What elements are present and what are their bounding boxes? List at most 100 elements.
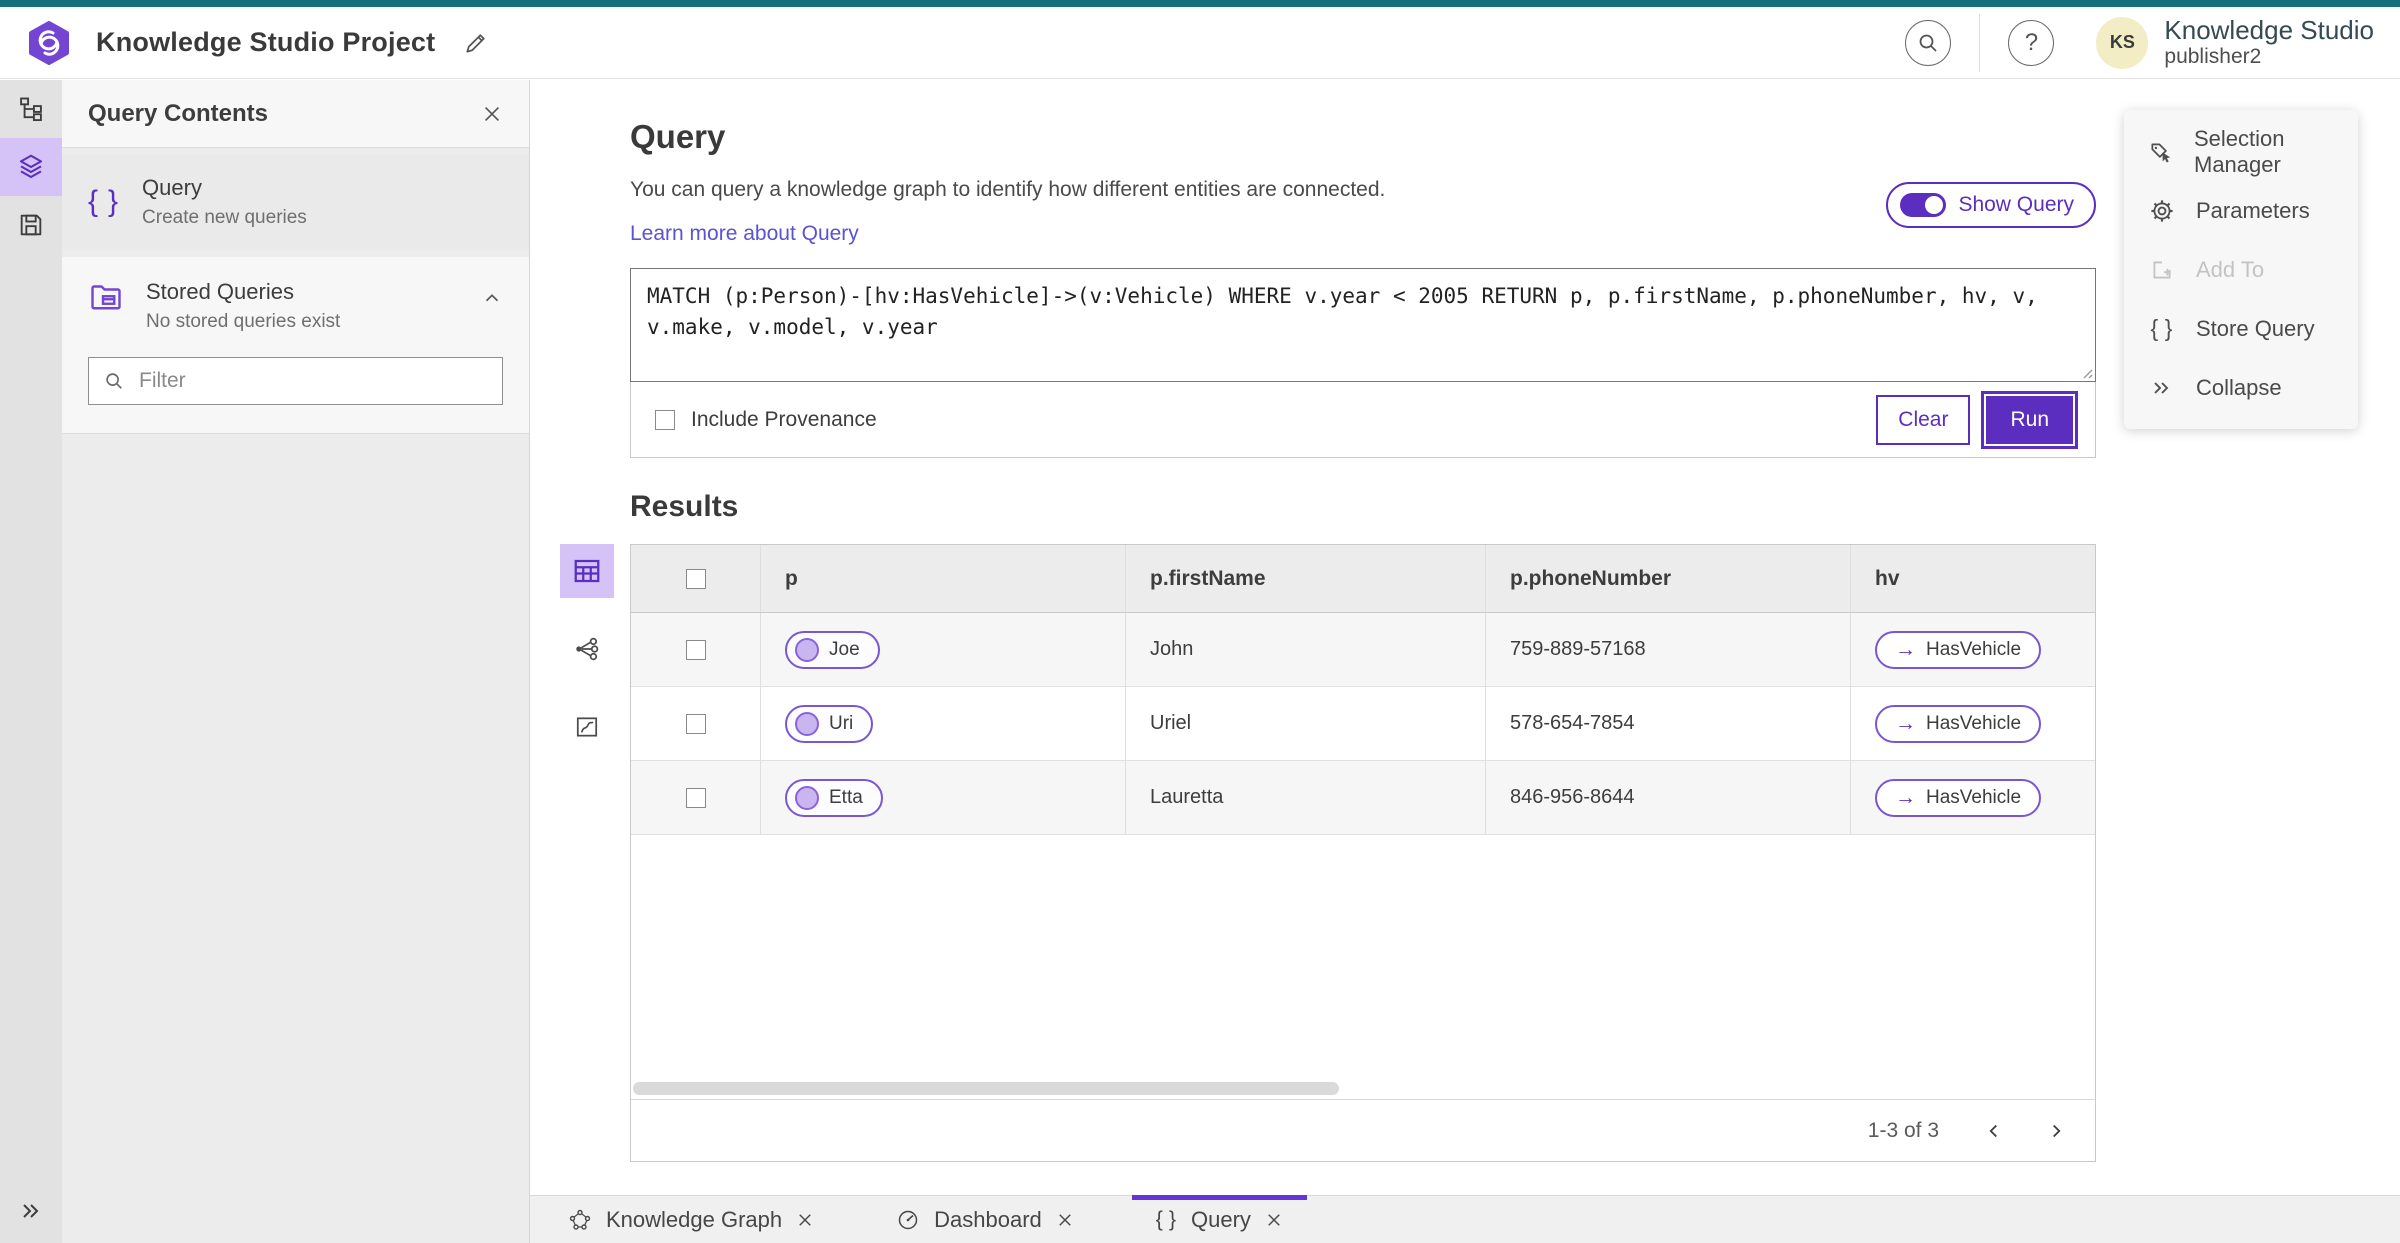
rail-item-query-contents[interactable] bbox=[0, 138, 62, 196]
toggle-switch[interactable] bbox=[1900, 193, 1947, 217]
network-view-icon bbox=[576, 637, 599, 661]
pagination-bar: 1-3 of 3 bbox=[631, 1099, 2095, 1161]
add-to-label: Add To bbox=[2196, 256, 2265, 282]
selection-manager-label: Selection Manager bbox=[2194, 125, 2285, 177]
header-divider bbox=[1979, 13, 1981, 72]
app-logo-icon bbox=[29, 20, 69, 65]
previous-page-icon[interactable] bbox=[1983, 1120, 2005, 1142]
stored-queries-filter[interactable] bbox=[88, 357, 503, 405]
layers-icon bbox=[19, 154, 43, 179]
column-header-hv[interactable]: hv bbox=[1851, 545, 2095, 612]
column-header-p[interactable]: p bbox=[761, 545, 1126, 612]
rail-expand-button[interactable] bbox=[0, 1189, 62, 1233]
row-checkbox[interactable] bbox=[685, 713, 706, 734]
edge-badge[interactable]: → HasVehicle bbox=[1875, 630, 2042, 669]
node-icon bbox=[795, 785, 819, 810]
tab-query[interactable]: { } Query bbox=[1131, 1195, 1308, 1243]
cell-phonenumber: 759-889-57168 bbox=[1486, 613, 1851, 686]
edge-badge[interactable]: → HasVehicle bbox=[1875, 704, 2042, 743]
view-chart-button[interactable] bbox=[560, 700, 614, 754]
header-actions: ? KS Knowledge Studio publisher2 bbox=[1905, 13, 2374, 72]
query-contents-panel: Query Contents { } Query Create new quer… bbox=[62, 80, 530, 1243]
collapse-button[interactable]: Collapse bbox=[2124, 358, 2358, 417]
column-header-firstname[interactable]: p.firstName bbox=[1126, 545, 1486, 612]
learn-more-link[interactable]: Learn more about Query bbox=[630, 222, 859, 246]
view-graph-button[interactable] bbox=[560, 622, 614, 676]
stored-queries-title: Stored Queries bbox=[146, 279, 294, 304]
next-page-icon[interactable] bbox=[2045, 1120, 2067, 1142]
select-all-checkbox[interactable] bbox=[685, 568, 706, 589]
knowledge-graph-icon bbox=[569, 1209, 591, 1230]
filter-search-icon bbox=[106, 373, 122, 389]
resize-handle-icon[interactable] bbox=[2079, 365, 2093, 379]
store-query-button[interactable]: { } Store Query bbox=[2124, 299, 2358, 358]
table-row[interactable]: Joe John 759-889-57168 → HasVehicle bbox=[631, 613, 2095, 687]
tab-label: Knowledge Graph bbox=[606, 1206, 783, 1232]
add-to-icon bbox=[2148, 257, 2176, 283]
node-label: Uri bbox=[829, 712, 854, 734]
stored-queries-section: Stored Queries No stored queries exist bbox=[62, 257, 529, 434]
show-query-label: Show Query bbox=[1958, 193, 2074, 216]
edge-badge[interactable]: → HasVehicle bbox=[1875, 778, 2042, 817]
show-query-toggle[interactable]: Show Query bbox=[1886, 182, 2096, 228]
include-provenance-checkbox[interactable] bbox=[655, 409, 675, 430]
column-header-phonenumber[interactable]: p.phoneNumber bbox=[1486, 545, 1851, 612]
close-tab-icon[interactable] bbox=[1056, 1211, 1074, 1229]
user-avatar[interactable]: KS bbox=[2096, 16, 2149, 69]
node-badge[interactable]: Uri bbox=[785, 704, 874, 743]
selection-manager-icon bbox=[2148, 139, 2174, 165]
user-name: Knowledge Studio bbox=[2164, 15, 2374, 46]
run-button[interactable]: Run bbox=[1984, 393, 2075, 446]
edge-label: HasVehicle bbox=[1926, 638, 2022, 660]
save-icon bbox=[20, 214, 42, 236]
edit-project-title-icon[interactable] bbox=[463, 30, 489, 56]
row-checkbox[interactable] bbox=[685, 787, 706, 808]
table-row[interactable]: Etta Lauretta 846-956-8644 → HasVehicle bbox=[631, 761, 2095, 835]
collapse-label: Collapse bbox=[2196, 374, 2282, 400]
edge-arrow-icon: → bbox=[1895, 637, 1916, 661]
tab-dashboard[interactable]: Dashboard bbox=[872, 1196, 1098, 1243]
stored-queries-header[interactable]: Stored Queries No stored queries exist bbox=[88, 279, 503, 333]
tab-knowledge-graph[interactable]: Knowledge Graph bbox=[544, 1196, 838, 1243]
results-title: Results bbox=[630, 490, 739, 523]
node-label: Etta bbox=[829, 786, 863, 808]
parameters-button[interactable]: Parameters bbox=[2124, 181, 2358, 240]
search-icon bbox=[1919, 34, 1938, 52]
row-checkbox[interactable] bbox=[685, 639, 706, 660]
close-panel-icon[interactable] bbox=[481, 103, 503, 125]
rail-item-knowledge-graph[interactable] bbox=[0, 80, 62, 138]
project-title: Knowledge Studio Project bbox=[96, 27, 436, 57]
braces-icon: { } bbox=[88, 185, 121, 218]
cell-phonenumber: 846-956-8644 bbox=[1486, 761, 1851, 834]
table-row[interactable]: Uri Uriel 578-654-7854 → HasVehicle bbox=[631, 687, 2095, 761]
close-tab-icon[interactable] bbox=[796, 1211, 814, 1229]
help-button[interactable]: ? bbox=[2008, 19, 2055, 66]
cell-firstname: Lauretta bbox=[1126, 761, 1486, 834]
panel-title: Query Contents bbox=[88, 99, 269, 127]
gear-icon bbox=[2148, 198, 2176, 224]
query-description: You can query a knowledge graph to ident… bbox=[630, 178, 1386, 201]
close-tab-icon[interactable] bbox=[1265, 1211, 1283, 1229]
pagination-range: 1-3 of 3 bbox=[1867, 1118, 1939, 1142]
user-role: publisher2 bbox=[2164, 45, 2262, 69]
tab-label: Query bbox=[1191, 1206, 1251, 1232]
query-editor[interactable]: MATCH (p:Person)-[hv:HasVehicle]->(v:Veh… bbox=[630, 268, 2096, 382]
node-badge[interactable]: Joe bbox=[785, 630, 880, 669]
edge-arrow-icon: → bbox=[1895, 711, 1916, 735]
app-header: Knowledge Studio Project ? KS Knowledge … bbox=[0, 7, 2400, 79]
store-query-label: Store Query bbox=[2196, 315, 2315, 341]
double-chevron-right-icon bbox=[23, 1204, 39, 1218]
horizontal-scrollbar[interactable] bbox=[633, 1082, 1339, 1095]
chevron-up-icon[interactable] bbox=[481, 287, 503, 309]
sidebar-item-query[interactable]: { } Query Create new queries bbox=[62, 155, 529, 249]
rail-item-saved[interactable] bbox=[0, 196, 62, 254]
clear-button[interactable]: Clear bbox=[1876, 394, 1971, 445]
filter-input[interactable] bbox=[139, 369, 488, 393]
view-table-button[interactable] bbox=[560, 544, 614, 598]
main-area: Query You can query a knowledge graph to… bbox=[530, 80, 2400, 1243]
node-badge[interactable]: Etta bbox=[785, 778, 883, 817]
table-view-icon bbox=[574, 559, 600, 583]
edge-label: HasVehicle bbox=[1926, 712, 2022, 734]
selection-manager-button[interactable]: Selection Manager bbox=[2124, 122, 2358, 181]
search-button[interactable] bbox=[1905, 19, 1952, 66]
